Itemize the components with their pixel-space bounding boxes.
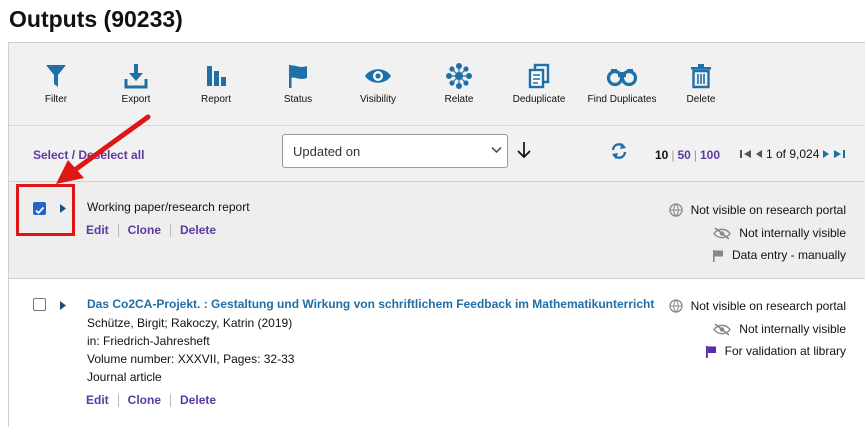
internal-visibility-status: Not internally visible	[713, 226, 846, 240]
deduplicate-label: Deduplicate	[512, 94, 566, 105]
expand-caret-icon[interactable]	[59, 300, 67, 311]
per-page-10[interactable]: 10	[655, 148, 668, 162]
item-type: Journal article	[87, 370, 162, 384]
page-info: 1 of 9,024	[766, 147, 820, 161]
next-page-icon[interactable]	[822, 149, 830, 159]
delete-label: Delete	[686, 94, 716, 105]
workflow-status: For validation at library	[705, 344, 846, 358]
portal-visibility-text: Not visible on research portal	[690, 299, 846, 313]
relate-button[interactable]: Relate	[421, 63, 497, 105]
item-source: in: Friedrich-Jahresheft	[87, 334, 210, 348]
delete-button[interactable]: Delete	[663, 63, 739, 105]
eye-slash-icon	[713, 226, 732, 240]
action-divider	[117, 393, 119, 407]
globe-icon	[668, 203, 683, 217]
deduplicate-button[interactable]: Deduplicate	[501, 63, 577, 105]
find-duplicates-label: Find Duplicates	[587, 94, 657, 105]
trash-icon	[691, 64, 711, 89]
chevron-down-icon	[491, 146, 502, 154]
find-duplicates-button[interactable]: Find Duplicates	[582, 63, 662, 105]
item-actions: Edit Clone Delete	[86, 223, 216, 237]
action-divider	[170, 393, 172, 407]
filter-label: Filter	[44, 94, 68, 105]
pagination: 1 of 9,024	[740, 147, 846, 161]
clone-link[interactable]: Clone	[128, 393, 161, 407]
item-authors: Schütze, Birgit; Rakoczy, Katrin (2019)	[87, 316, 293, 330]
item-actions: Edit Clone Delete	[86, 393, 216, 407]
status-label: Status	[283, 94, 313, 105]
sort-select[interactable]: Updated on	[282, 134, 508, 168]
report-label: Report	[200, 94, 231, 105]
export-label: Export	[121, 94, 151, 105]
network-icon	[446, 63, 472, 89]
list-item: Working paper/research report Edit Clone…	[9, 182, 865, 279]
workflow-status-text: Data entry - manually	[731, 248, 846, 262]
toolbar: Filter Export Report Status Visibility R…	[9, 43, 865, 126]
delete-link[interactable]: Delete	[180, 223, 216, 237]
portal-visibility-status: Not visible on research portal	[668, 299, 846, 313]
delete-link[interactable]: Delete	[180, 393, 216, 407]
workflow-status: Data entry - manually	[712, 248, 846, 262]
internal-visibility-text: Not internally visible	[739, 226, 846, 240]
copy-icon	[528, 63, 550, 89]
status-button[interactable]: Status	[260, 63, 336, 105]
visibility-label: Visibility	[360, 94, 396, 105]
filter-icon	[46, 65, 66, 87]
clone-link[interactable]: Clone	[128, 223, 161, 237]
action-divider	[170, 223, 172, 237]
per-page-100[interactable]: 100	[700, 148, 720, 162]
internal-visibility-text: Not internally visible	[739, 322, 846, 336]
download-icon	[124, 64, 148, 89]
item-volume: Volume number: XXXVII, Pages: 32-33	[87, 352, 295, 366]
outputs-panel: Filter Export Report Status Visibility R…	[8, 42, 865, 427]
edit-link[interactable]: Edit	[86, 393, 109, 407]
export-button[interactable]: Export	[98, 63, 174, 105]
item-title-link[interactable]: Das Co2CA-Projekt. : Gestaltung und Wirk…	[87, 297, 654, 311]
flag-icon	[289, 65, 307, 88]
sort-select-value: Updated on	[293, 144, 361, 159]
bar-chart-icon	[207, 66, 226, 86]
filter-button[interactable]: Filter	[18, 63, 94, 105]
workflow-status-text: For validation at library	[724, 344, 846, 358]
internal-visibility-status: Not internally visible	[713, 322, 846, 336]
annotation-highlight-box	[16, 184, 75, 236]
sort-direction-arrow-down-icon[interactable]	[516, 141, 532, 159]
action-divider	[117, 223, 119, 237]
globe-icon	[668, 299, 683, 313]
portal-visibility-text: Not visible on research portal	[690, 203, 846, 217]
binoculars-icon	[606, 69, 638, 87]
visibility-button[interactable]: Visibility	[340, 63, 416, 105]
refresh-icon[interactable]	[610, 142, 628, 160]
item-title: Working paper/research report	[87, 200, 250, 214]
per-page-50[interactable]: 50	[677, 148, 690, 162]
portal-visibility-status: Not visible on research portal	[668, 203, 846, 217]
eye-icon	[365, 69, 391, 83]
page-title: Outputs (90233)	[9, 6, 183, 32]
last-page-icon[interactable]	[833, 149, 846, 159]
flag-icon	[705, 345, 716, 358]
eye-slash-icon	[713, 322, 732, 336]
row-checkbox[interactable]	[33, 298, 46, 311]
previous-page-icon[interactable]	[755, 149, 763, 159]
list-item: Das Co2CA-Projekt. : Gestaltung und Wirk…	[9, 279, 865, 427]
per-page-options: 10 | 50 | 100	[655, 148, 720, 162]
first-page-icon[interactable]	[740, 149, 752, 159]
flag-icon	[712, 249, 723, 262]
selection-bar: Select / Deselect all Updated on 10 | 50 | 1…	[9, 126, 865, 182]
select-deselect-all-link[interactable]: Select / Deselect all	[33, 148, 144, 162]
edit-link[interactable]: Edit	[86, 223, 109, 237]
report-button[interactable]: Report	[178, 63, 254, 105]
relate-label: Relate	[444, 94, 474, 105]
